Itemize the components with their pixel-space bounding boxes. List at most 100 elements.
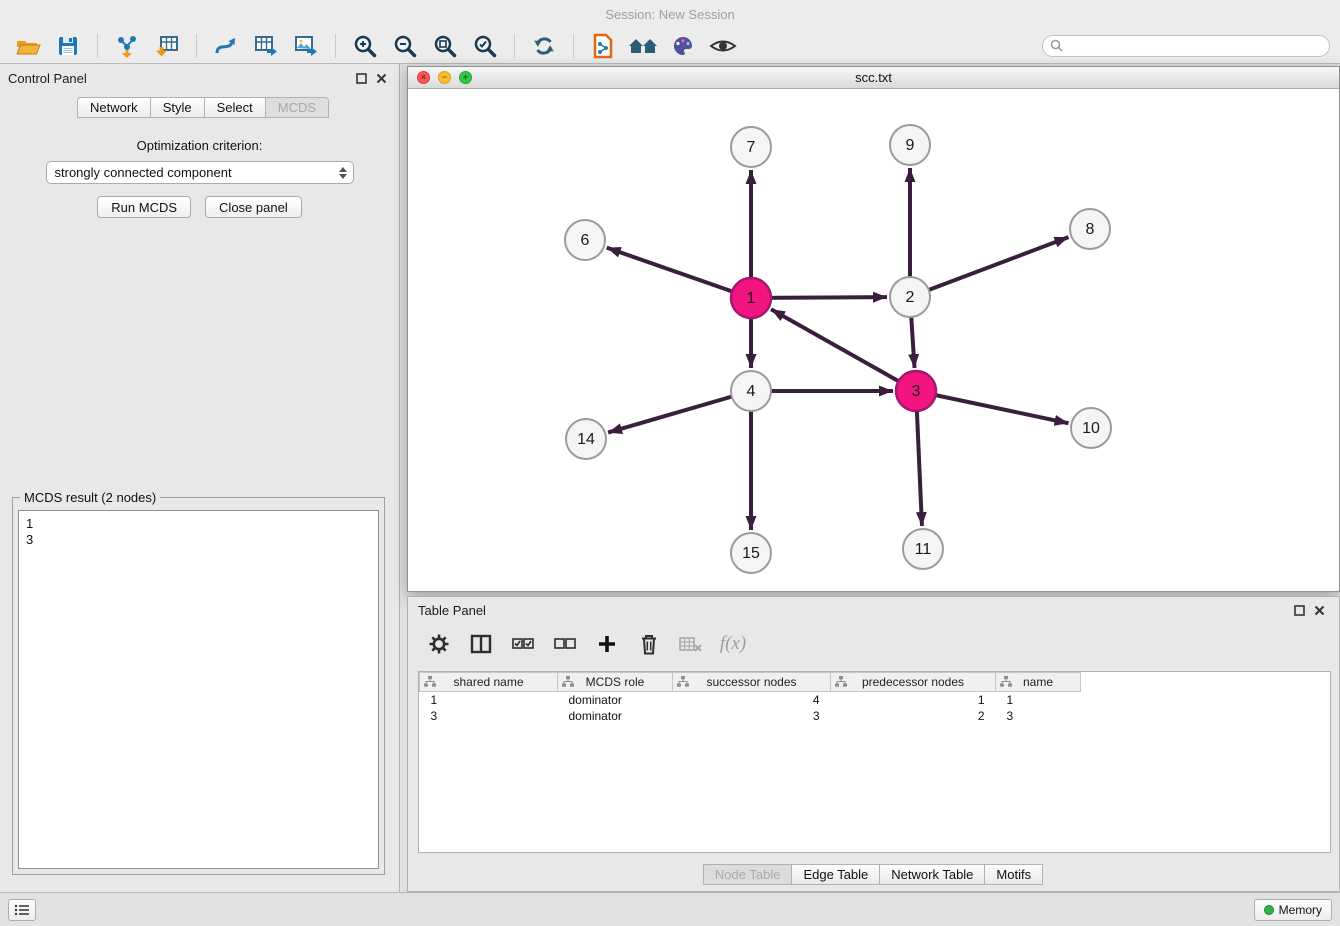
cell-predecessor-nodes[interactable]: 1 xyxy=(831,692,996,708)
node-15[interactable]: 15 xyxy=(731,533,771,573)
close-icon xyxy=(1314,605,1325,616)
table-panel: Table Panel xyxy=(407,596,1340,892)
mcds-result-title: MCDS result (2 nodes) xyxy=(20,490,160,505)
optimization-criterion-label: Optimization criterion: xyxy=(0,138,399,153)
node-10[interactable]: 10 xyxy=(1071,408,1111,448)
edge-1-6[interactable] xyxy=(607,248,751,298)
cell-successor-nodes[interactable]: 3 xyxy=(673,708,831,724)
network-canvas[interactable]: 7 9 6 8 1 2 4 3 14 10 15 11 xyxy=(408,89,1339,591)
column-header-successor-nodes[interactable]: successor nodes xyxy=(673,673,831,692)
column-label: MCDS role xyxy=(558,675,672,689)
svg-text:14: 14 xyxy=(577,431,595,448)
task-history-button[interactable] xyxy=(8,899,36,921)
column-header-name[interactable]: name xyxy=(996,673,1081,692)
function-builder-button[interactable]: f(x) xyxy=(720,631,746,657)
minimize-window-button[interactable]: − xyxy=(438,71,451,84)
criterion-select[interactable]: strongly connected component xyxy=(46,161,354,184)
show-hide-button[interactable] xyxy=(705,31,741,61)
column-header-shared-name[interactable]: shared name xyxy=(420,673,558,692)
mcds-result-text[interactable]: 1 3 xyxy=(18,510,379,869)
search-input[interactable] xyxy=(1067,39,1322,53)
tab-network[interactable]: Network xyxy=(77,97,151,118)
table-tab-network-table[interactable]: Network Table xyxy=(879,864,985,885)
table-row[interactable]: 1dominator411 xyxy=(420,692,1331,708)
table-tab-edge-table[interactable]: Edge Table xyxy=(791,864,880,885)
node-1[interactable]: 1 xyxy=(731,278,771,318)
main-toolbar xyxy=(0,28,1340,64)
unselect-all-button[interactable] xyxy=(552,631,578,657)
style-palette-icon xyxy=(670,34,696,58)
node-8[interactable]: 8 xyxy=(1070,209,1110,249)
style-button[interactable] xyxy=(665,31,701,61)
run-mcds-button[interactable]: Run MCDS xyxy=(97,196,191,218)
node-7[interactable]: 7 xyxy=(731,127,771,167)
edge-4-14[interactable] xyxy=(608,391,751,433)
cell-shared-name[interactable]: 1 xyxy=(420,692,558,708)
search-box[interactable] xyxy=(1042,35,1330,57)
node-table-header-row: shared nameMCDS rolesuccessor nodesprede… xyxy=(420,673,1331,692)
delete-column-button[interactable] xyxy=(678,631,704,657)
cell-shared-name[interactable]: 3 xyxy=(420,708,558,724)
apply-layout-button[interactable] xyxy=(208,31,244,61)
node-2[interactable]: 2 xyxy=(890,277,930,317)
node-3[interactable]: 3 xyxy=(896,371,936,411)
network-document-button[interactable] xyxy=(585,31,621,61)
column-type-icon xyxy=(1000,676,1012,690)
cell-MCDS-role[interactable]: dominator xyxy=(558,692,673,708)
memory-button[interactable]: Memory xyxy=(1254,899,1332,921)
edge-3-10[interactable] xyxy=(916,391,1068,423)
close-panel-action-button[interactable]: Close panel xyxy=(205,196,302,218)
export-image-button[interactable] xyxy=(288,31,324,61)
float-panel-button[interactable] xyxy=(351,68,371,88)
node-14[interactable]: 14 xyxy=(566,419,606,459)
table-row[interactable]: 3dominator323 xyxy=(420,708,1331,724)
table-tab-motifs[interactable]: Motifs xyxy=(984,864,1043,885)
refresh-network-button[interactable] xyxy=(526,31,562,61)
save-session-button[interactable] xyxy=(50,31,86,61)
edge-2-8[interactable] xyxy=(910,237,1068,297)
zoom-selected-button[interactable] xyxy=(467,31,503,61)
float-table-panel-button[interactable] xyxy=(1289,600,1309,620)
home-button[interactable] xyxy=(625,31,661,61)
export-image-icon xyxy=(293,34,319,58)
zoom-fit-button[interactable] xyxy=(427,31,463,61)
cell-MCDS-role[interactable]: dominator xyxy=(558,708,673,724)
node-9[interactable]: 9 xyxy=(890,125,930,165)
column-header-MCDS-role[interactable]: MCDS role xyxy=(558,673,673,692)
show-columns-button[interactable] xyxy=(468,631,494,657)
select-all-button[interactable] xyxy=(510,631,536,657)
close-table-panel-button[interactable] xyxy=(1309,600,1329,620)
tab-select[interactable]: Select xyxy=(204,97,266,118)
delete-row-button[interactable] xyxy=(636,631,662,657)
add-row-button[interactable] xyxy=(594,631,620,657)
tab-style[interactable]: Style xyxy=(150,97,205,118)
cell-name[interactable]: 1 xyxy=(996,692,1081,708)
export-table-button[interactable] xyxy=(248,31,284,61)
import-table-button[interactable] xyxy=(149,31,185,61)
tab-mcds[interactable]: MCDS xyxy=(265,97,329,118)
node-6[interactable]: 6 xyxy=(565,220,605,260)
open-session-button[interactable] xyxy=(10,31,46,61)
delete-column-icon xyxy=(679,635,703,653)
import-network-button[interactable] xyxy=(109,31,145,61)
cell-successor-nodes[interactable]: 4 xyxy=(673,692,831,708)
maximize-window-button[interactable]: + xyxy=(459,71,472,84)
zoom-fit-icon xyxy=(432,33,458,59)
toolbar-separator xyxy=(196,34,197,58)
table-panel-header: Table Panel xyxy=(408,597,1339,623)
table-settings-button[interactable] xyxy=(426,631,452,657)
save-icon xyxy=(56,34,80,58)
criterion-value: strongly connected component xyxy=(55,165,339,180)
cell-predecessor-nodes[interactable]: 2 xyxy=(831,708,996,724)
zoom-in-button[interactable] xyxy=(347,31,383,61)
cell-name[interactable]: 3 xyxy=(996,708,1081,724)
close-window-button[interactable]: × xyxy=(417,71,430,84)
close-panel-button[interactable] xyxy=(371,68,391,88)
table-tab-node-table[interactable]: Node Table xyxy=(703,864,793,885)
edge-3-1[interactable] xyxy=(771,309,916,391)
column-header-predecessor-nodes[interactable]: predecessor nodes xyxy=(831,673,996,692)
node-11[interactable]: 11 xyxy=(903,529,943,569)
network-window-titlebar[interactable]: scc.txt × − + xyxy=(408,67,1339,89)
node-4[interactable]: 4 xyxy=(731,371,771,411)
zoom-out-button[interactable] xyxy=(387,31,423,61)
